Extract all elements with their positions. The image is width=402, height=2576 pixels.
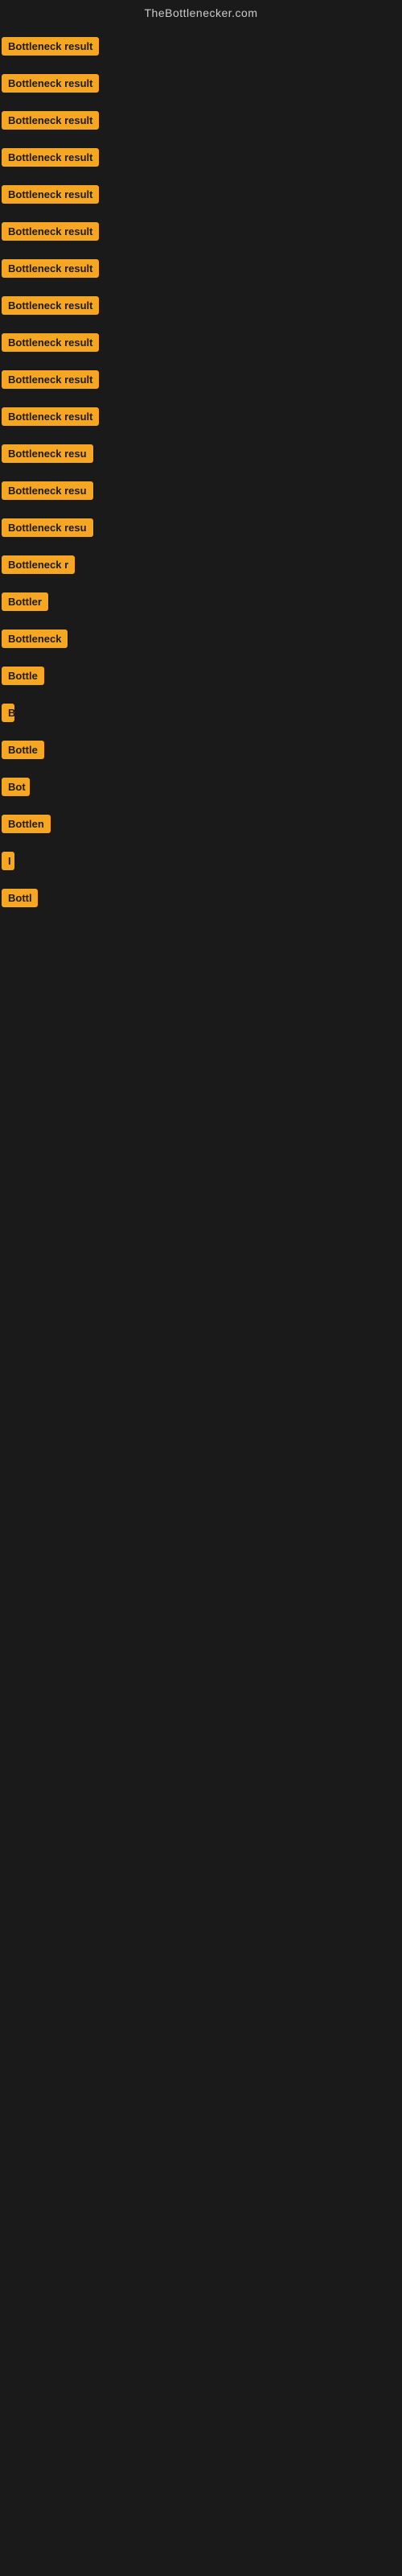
list-item: Bottleneck result <box>0 100 402 137</box>
bottleneck-badge[interactable]: Bottleneck result <box>2 407 99 426</box>
bottleneck-badge[interactable]: Bottleneck result <box>2 222 99 241</box>
list-item: Bottleneck result <box>0 322 402 359</box>
list-item: Bottleneck result <box>0 285 402 322</box>
list-item: Bottleneck resu <box>0 507 402 544</box>
list-item: Bottl <box>0 877 402 914</box>
bottleneck-badge[interactable]: Bottleneck result <box>2 37 99 56</box>
bottleneck-badge[interactable]: Bottleneck <box>2 630 68 648</box>
bottleneck-badge[interactable]: Bottlen <box>2 815 51 833</box>
bottleneck-badge[interactable]: Bottleneck result <box>2 296 99 315</box>
bottleneck-badge[interactable]: Bottle <box>2 667 44 685</box>
list-item: Bottleneck result <box>0 359 402 396</box>
list-item: Bottleneck result <box>0 26 402 63</box>
list-item: Bottleneck result <box>0 174 402 211</box>
list-item: B <box>0 692 402 729</box>
list-item: Bottleneck result <box>0 396 402 433</box>
bottleneck-badge[interactable]: Bottleneck result <box>2 148 99 167</box>
list-item: Bottleneck result <box>0 137 402 174</box>
list-item: I <box>0 840 402 877</box>
bottleneck-badge[interactable]: Bottleneck result <box>2 370 99 389</box>
bottleneck-badge[interactable]: Bottleneck resu <box>2 518 93 537</box>
list-item: Bottleneck resu <box>0 470 402 507</box>
bottleneck-badge[interactable]: Bottl <box>2 889 38 907</box>
bottleneck-badge[interactable]: Bottleneck result <box>2 185 99 204</box>
bottleneck-badge[interactable]: Bot <box>2 778 30 796</box>
list-item: Bot <box>0 766 402 803</box>
site-title: TheBottlenecker.com <box>0 0 402 23</box>
bottleneck-badge[interactable]: Bottleneck result <box>2 259 99 278</box>
list-item: Bottleneck result <box>0 63 402 100</box>
bottleneck-badge[interactable]: B <box>2 704 14 722</box>
list-item: Bottleneck result <box>0 248 402 285</box>
list-item: Bottleneck result <box>0 211 402 248</box>
list-item: Bottleneck <box>0 618 402 655</box>
list-item: Bottlen <box>0 803 402 840</box>
list-item: Bottleneck r <box>0 544 402 581</box>
bottleneck-badge[interactable]: Bottleneck result <box>2 333 99 352</box>
page-container: TheBottlenecker.com Bottleneck resultBot… <box>0 0 402 918</box>
bottleneck-badge[interactable]: Bottleneck result <box>2 74 99 93</box>
bottleneck-badge[interactable]: Bottle <box>2 741 44 759</box>
bottleneck-badge[interactable]: Bottleneck resu <box>2 444 93 463</box>
bottleneck-badge[interactable]: Bottleneck r <box>2 555 75 574</box>
list-item: Bottle <box>0 729 402 766</box>
list-item: Bottleneck resu <box>0 433 402 470</box>
bottleneck-badge[interactable]: I <box>2 852 14 870</box>
bottleneck-badge[interactable]: Bottleneck resu <box>2 481 93 500</box>
list-item: Bottle <box>0 655 402 692</box>
bottleneck-badge[interactable]: Bottler <box>2 592 48 611</box>
items-container: Bottleneck result Bottleneck result Bottle… <box>0 23 402 918</box>
list-item: Bottler <box>0 581 402 618</box>
bottleneck-badge[interactable]: Bottleneck result <box>2 111 99 130</box>
